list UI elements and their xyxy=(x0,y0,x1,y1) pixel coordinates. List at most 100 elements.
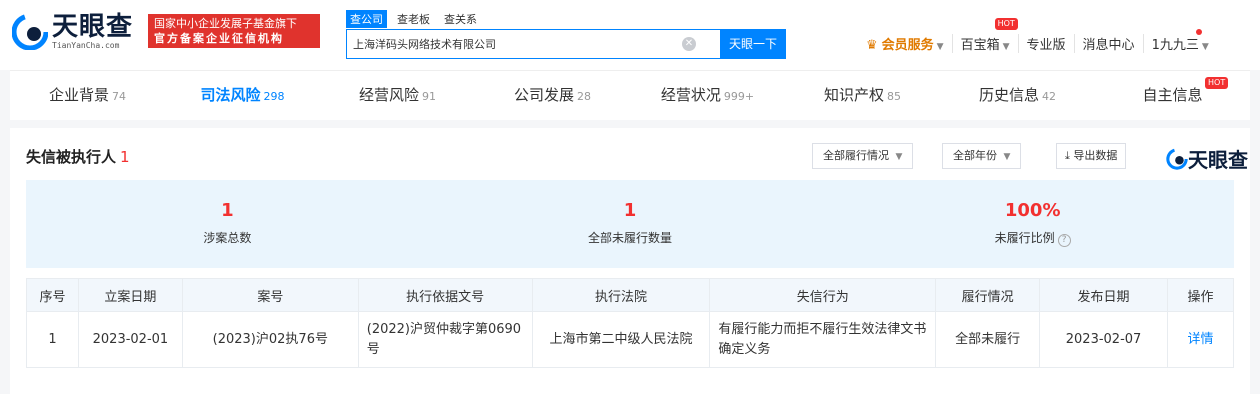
column-header: 立案日期 xyxy=(77,278,183,312)
cell-dishonest-behavior: 有履行能力而拒不履行生效法律文书确定义务 xyxy=(709,311,937,368)
section-title-text: 失信被执行人 xyxy=(26,148,117,166)
search-button[interactable]: 天眼一下 xyxy=(720,29,786,59)
pro-version-label: 专业版 xyxy=(1026,38,1066,53)
search-tab-boss[interactable]: 查老板 xyxy=(393,10,434,28)
module-tabs: 企业背景 74 司法风险 298 经营风险 91 公司发展 28 经营状况 999+ 知识… xyxy=(10,70,1250,120)
cell-case-number: (2023)沪02执76号 xyxy=(181,311,359,368)
username: 1九九三 xyxy=(1151,38,1199,53)
column-header: 操作 xyxy=(1166,278,1235,312)
treasure-box-menu[interactable]: HOT 百宝箱 ▼ xyxy=(953,18,1019,53)
search-tab-relation[interactable]: 查关系 xyxy=(440,10,481,28)
tab-label: 企业背景 xyxy=(48,86,109,104)
download-icon: ⤓ xyxy=(1065,149,1070,162)
dishonest-executor-section: 失信被执行人 1 全部履行情况 ▼ 全部年份 ▼ ⤓ 导出数据 天眼查 1 涉案总… xyxy=(10,128,1250,394)
cell-index: 1 xyxy=(26,311,79,368)
tab-intellectual-property[interactable]: 知识产权 85 xyxy=(785,71,940,120)
tab-label: 经营状况 xyxy=(660,86,721,104)
chevron-down-icon: ▼ xyxy=(895,152,903,162)
tab-label: 司法风险 xyxy=(200,86,261,104)
badge-line2: 官方备案企业征信机构 xyxy=(154,32,284,45)
performance-status-filter[interactable]: 全部履行情况 ▼ xyxy=(812,143,914,169)
tab-label: 自主信息 xyxy=(1142,86,1203,104)
badge-line1: 国家中小企业发展子基金旗下 xyxy=(154,17,297,30)
column-header: 序号 xyxy=(26,278,79,312)
year-filter[interactable]: 全部年份 ▼ xyxy=(942,143,1022,169)
tab-count: 91 xyxy=(422,90,436,103)
top-nav: ♛ 会员服务 ▼ HOT 百宝箱 ▼ 专业版 消息中心 1九九三 ▼ xyxy=(858,18,1217,53)
table-row: 1 2023-02-01 (2023)沪02执76号 (2022)沪贸仲裁字第0… xyxy=(26,311,1235,368)
treasure-box-label: 百宝箱 xyxy=(960,38,1000,53)
table-header-row: 序号 立案日期 案号 执行依据文号 执行法院 失信行为 履行情况 发布日期 操作 xyxy=(26,278,1235,312)
member-service-label: 会员服务 xyxy=(881,38,934,53)
chevron-down-icon: ▼ xyxy=(1003,152,1011,162)
chevron-down-icon: ▼ xyxy=(936,42,944,52)
dishonest-executor-table: 序号 立案日期 案号 执行依据文号 执行法院 失信行为 履行情况 发布日期 操作… xyxy=(26,278,1235,368)
tab-count: 74 xyxy=(112,90,126,103)
stat-label: 全部未履行数量 xyxy=(588,231,673,245)
chevron-down-icon: ▼ xyxy=(1201,42,1209,52)
message-center-label: 消息中心 xyxy=(1082,38,1135,53)
cell-performance-status: 全部未履行 xyxy=(935,311,1041,368)
logo-eye-icon xyxy=(12,14,48,50)
column-header: 执行依据文号 xyxy=(357,278,533,312)
crown-icon: ♛ xyxy=(866,38,878,53)
column-header: 履行情况 xyxy=(935,278,1041,312)
brand-watermark: 天眼查 xyxy=(1166,144,1248,173)
tab-judicial-risk[interactable]: 司法风险 298 xyxy=(165,71,320,120)
tab-operating-risk[interactable]: 经营风险 91 xyxy=(320,71,475,120)
stats-panel: 1 涉案总数 1 全部未履行数量 100% 未履行比例? xyxy=(26,180,1234,268)
tab-count: 85 xyxy=(887,90,901,103)
tab-company-background[interactable]: 企业背景 74 xyxy=(10,71,165,120)
logo-eye-icon xyxy=(1166,147,1188,170)
member-service-menu[interactable]: ♛ 会员服务 ▼ xyxy=(858,34,953,53)
column-header: 发布日期 xyxy=(1039,278,1168,312)
stat-total-cases: 1 涉案总数 xyxy=(26,180,429,268)
tab-count: 28 xyxy=(577,90,591,103)
search-tab-company[interactable]: 查公司 xyxy=(346,10,387,28)
tab-business-status[interactable]: 经营状况 999+ xyxy=(630,71,785,120)
clear-icon[interactable]: ✕ xyxy=(682,37,696,51)
filter-label: 全部年份 xyxy=(953,149,997,162)
official-badge: 国家中小企业发展子基金旗下 官方备案企业征信机构 xyxy=(148,14,320,48)
section-title: 失信被执行人 1 xyxy=(26,146,130,167)
tab-label: 经营风险 xyxy=(358,86,419,104)
stat-value: 1 xyxy=(221,200,234,221)
chevron-down-icon: ▼ xyxy=(1002,42,1010,52)
cell-publish-date: 2023-02-07 xyxy=(1039,311,1168,368)
logo-domain: TianYanCha.com xyxy=(52,41,120,50)
export-label: 导出数据 xyxy=(1073,149,1118,162)
tab-label: 历史信息 xyxy=(978,86,1039,104)
column-header: 执行法院 xyxy=(531,278,711,312)
logo-text: 天眼查 xyxy=(52,12,134,42)
tab-history-info[interactable]: 历史信息 42 xyxy=(940,71,1095,120)
cell-basis-document: (2022)沪贸仲裁字第0690号 xyxy=(357,311,533,368)
filter-label: 全部履行情况 xyxy=(823,149,889,162)
column-header: 失信行为 xyxy=(709,278,937,312)
tab-label: 公司发展 xyxy=(513,86,574,104)
pro-version-link[interactable]: 专业版 xyxy=(1019,34,1075,53)
hot-badge: HOT xyxy=(1205,77,1229,89)
export-button[interactable]: ⤓ 导出数据 xyxy=(1056,143,1127,169)
section-count: 1 xyxy=(120,148,130,166)
help-icon[interactable]: ? xyxy=(1057,234,1071,247)
stat-value: 1 xyxy=(623,200,637,221)
cell-filing-date: 2023-02-01 xyxy=(77,311,183,368)
top-header: 天眼查 TianYanCha.com 国家中小企业发展子基金旗下 官方备案企业征… xyxy=(0,0,1260,70)
tab-company-development[interactable]: 公司发展 28 xyxy=(475,71,630,120)
stat-label-text: 未履行比例 xyxy=(994,231,1055,245)
logo[interactable]: 天眼查 TianYanCha.com xyxy=(12,14,133,50)
tab-count: 42 xyxy=(1042,90,1056,103)
search-box: ✕ 天眼一下 xyxy=(346,29,786,59)
detail-link[interactable]: 详情 xyxy=(1166,311,1235,368)
stat-unfulfilled-ratio: 100% 未履行比例? xyxy=(831,180,1234,268)
hot-badge: HOT xyxy=(994,18,1018,30)
tab-count: 298 xyxy=(263,90,285,103)
tab-self-info[interactable]: 自主信息 HOT xyxy=(1095,71,1250,120)
stat-label: 未履行比例? xyxy=(831,229,1234,247)
user-menu[interactable]: 1九九三 ▼ xyxy=(1144,29,1217,53)
stat-value: 100% xyxy=(1004,200,1061,221)
cell-court: 上海市第二中级人民法院 xyxy=(531,311,711,368)
column-header: 案号 xyxy=(181,278,359,312)
search-input[interactable] xyxy=(347,30,682,58)
message-center-link[interactable]: 消息中心 xyxy=(1075,34,1144,53)
